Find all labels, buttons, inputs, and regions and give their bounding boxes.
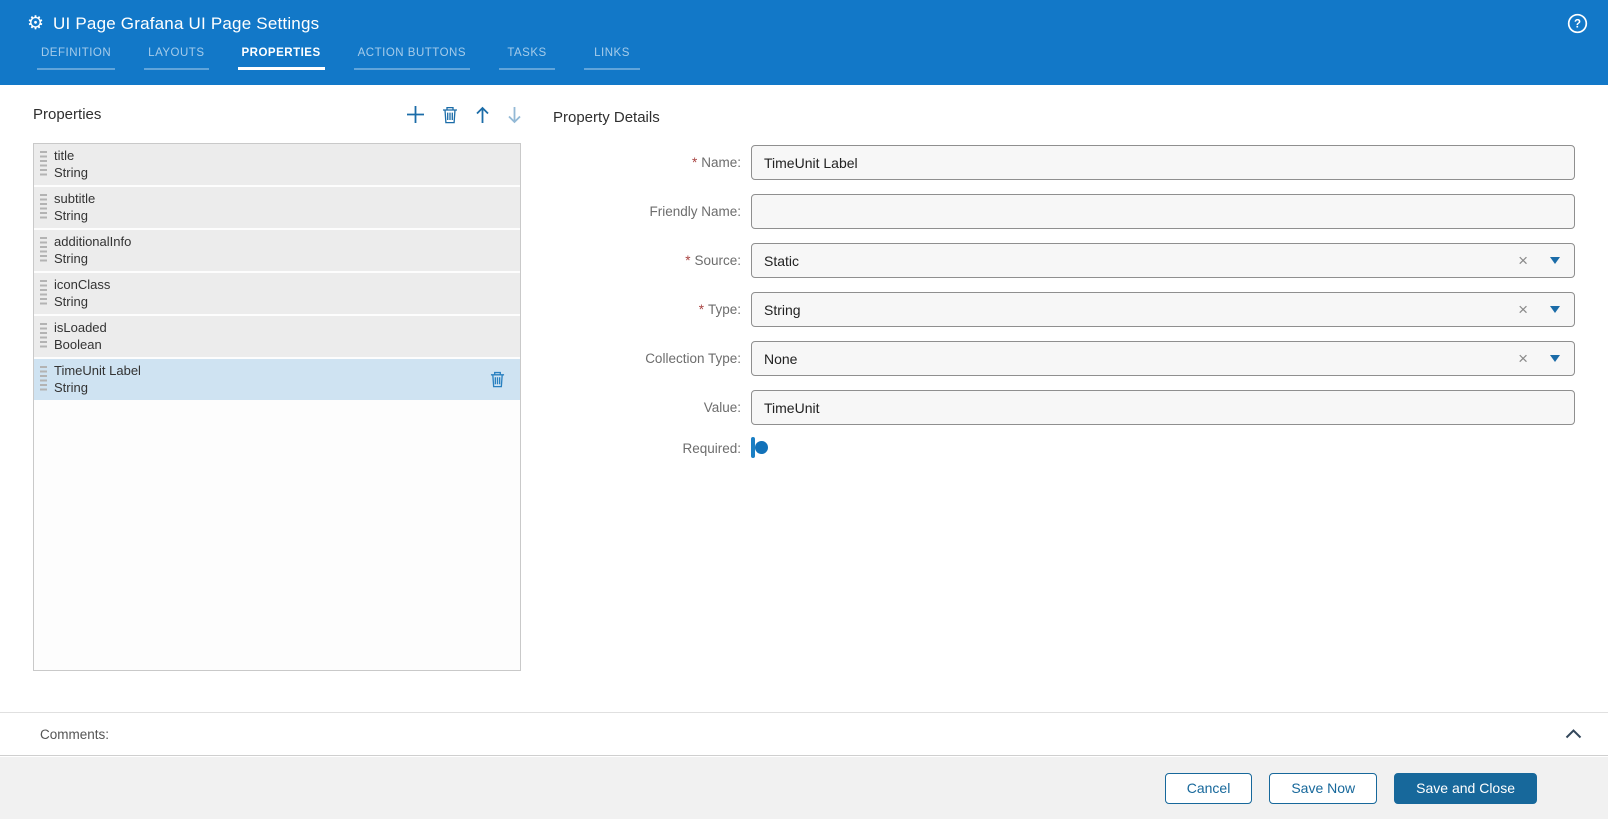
tab-action-buttons[interactable]: ACTION BUTTONS — [354, 47, 470, 70]
tab-definition[interactable]: DEFINITION — [37, 47, 115, 70]
value-input[interactable] — [751, 390, 1575, 425]
tab-layouts[interactable]: LAYOUTS — [144, 47, 208, 70]
cancel-button[interactable]: Cancel — [1165, 773, 1253, 804]
collection-type-label: Collection Type: — [553, 351, 751, 366]
property-type: String — [54, 208, 95, 224]
required-asterisk: * — [699, 302, 704, 317]
drag-handle-icon[interactable] — [40, 323, 47, 350]
clear-icon[interactable]: × — [1518, 350, 1528, 367]
property-type: String — [54, 294, 110, 310]
properties-list-title: Properties — [33, 106, 101, 123]
required-asterisk: * — [685, 253, 690, 268]
delete-row-icon[interactable] — [490, 371, 505, 393]
property-name: iconClass — [54, 277, 110, 293]
property-name: additionalInfo — [54, 234, 131, 250]
property-name: title — [54, 148, 88, 164]
form-row-name: * Name: — [553, 145, 1575, 180]
drag-handle-icon[interactable] — [40, 366, 47, 393]
form-row-friendly-name: Friendly Name: — [553, 194, 1575, 229]
source-value: Static — [764, 253, 1518, 269]
list-item-iconclass[interactable]: iconClass String — [34, 273, 520, 314]
collection-type-select[interactable]: None × — [751, 341, 1575, 376]
list-item-title[interactable]: title String — [34, 144, 520, 185]
value-label: Value: — [553, 400, 751, 415]
comments-label: Comments: — [40, 727, 109, 742]
tab-links[interactable]: LINKS — [584, 47, 640, 70]
save-and-close-button[interactable]: Save and Close — [1394, 773, 1537, 804]
page-title: UI Page Grafana UI Page Settings — [53, 14, 319, 34]
property-type: String — [54, 165, 88, 181]
form-row-collection-type: Collection Type: None × — [553, 341, 1575, 376]
source-select[interactable]: Static × — [751, 243, 1575, 278]
name-input[interactable] — [751, 145, 1575, 180]
chevron-down-icon[interactable] — [1550, 355, 1560, 362]
clear-icon[interactable]: × — [1518, 252, 1528, 269]
clear-icon[interactable]: × — [1518, 301, 1528, 318]
property-name: subtitle — [54, 191, 95, 207]
drag-handle-icon[interactable] — [40, 280, 47, 307]
properties-list: title String subtitle String additionalI… — [33, 143, 521, 671]
property-details-form: *Name: Friendly Name: *Source: Static × … — [553, 145, 1575, 471]
properties-toolbar — [406, 105, 522, 124]
svg-text:?: ? — [1574, 19, 1581, 31]
tab-properties[interactable]: PROPERTIES — [238, 47, 325, 70]
property-name: TimeUnit Label — [54, 363, 141, 379]
friendly-name-label: Friendly Name: — [553, 204, 751, 219]
type-value: String — [764, 302, 1518, 318]
delete-property-icon[interactable] — [442, 106, 458, 124]
drag-handle-icon[interactable] — [40, 194, 47, 221]
required-label: Required: — [553, 441, 751, 456]
tab-tasks[interactable]: TASKS — [499, 47, 555, 70]
property-type: String — [54, 380, 141, 396]
comments-bar: Comments: — [0, 712, 1608, 756]
toggle-knob — [755, 441, 768, 454]
drag-handle-icon[interactable] — [40, 237, 47, 264]
help-icon[interactable]: ? — [1567, 13, 1588, 34]
form-row-source: * Source: Static × — [553, 243, 1575, 278]
source-label: Source: — [694, 253, 741, 268]
form-row-value: Value: — [553, 390, 1575, 425]
property-name: isLoaded — [54, 320, 107, 336]
chevron-down-icon[interactable] — [1550, 306, 1560, 313]
chevron-down-icon[interactable] — [1550, 257, 1560, 264]
friendly-name-input[interactable] — [751, 194, 1575, 229]
gear-icon: ⚙ — [27, 14, 44, 33]
tab-bar: DEFINITION LAYOUTS PROPERTIES ACTION BUT… — [37, 47, 1608, 70]
header-bar: ⚙ UI Page Grafana UI Page Settings ? DEF… — [0, 0, 1608, 85]
list-item-subtitle[interactable]: subtitle String — [34, 187, 520, 228]
required-asterisk: * — [692, 155, 697, 170]
move-up-icon[interactable] — [475, 106, 490, 124]
property-type: Boolean — [54, 337, 107, 353]
list-item-isloaded[interactable]: isLoaded Boolean — [34, 316, 520, 357]
form-row-type: * Type: String × — [553, 292, 1575, 327]
name-label: Name: — [701, 155, 741, 170]
list-item-timeunit-label[interactable]: TimeUnit Label String — [34, 359, 520, 400]
add-property-icon[interactable] — [406, 105, 425, 124]
collection-type-value: None — [764, 351, 1518, 367]
property-details-title: Property Details — [553, 109, 660, 126]
required-toggle[interactable] — [751, 437, 755, 458]
type-select[interactable]: String × — [751, 292, 1575, 327]
footer-bar: Cancel Save Now Save and Close — [0, 757, 1608, 819]
chevron-up-icon[interactable] — [1565, 729, 1582, 739]
type-label: Type: — [708, 302, 741, 317]
content-area: Properties title String — [0, 85, 1608, 712]
save-now-button[interactable]: Save Now — [1269, 773, 1377, 804]
form-row-required: Required: — [553, 439, 1575, 457]
property-type: String — [54, 251, 131, 267]
drag-handle-icon[interactable] — [40, 151, 47, 178]
move-down-icon[interactable] — [507, 106, 522, 124]
list-item-additionalinfo[interactable]: additionalInfo String — [34, 230, 520, 271]
